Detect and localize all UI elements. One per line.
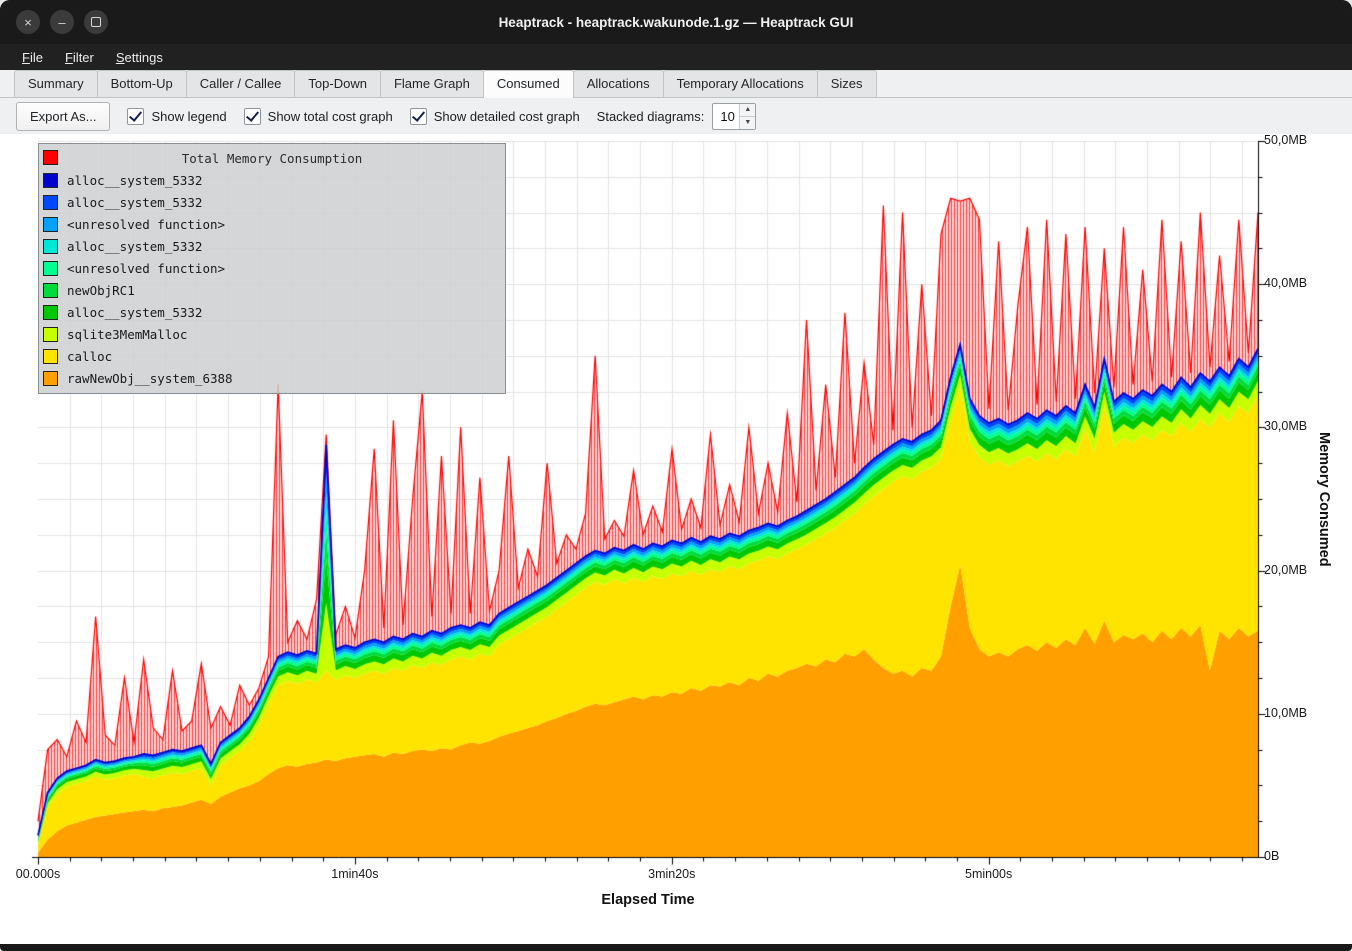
y-axis-tick-label: 40,0MB [1264, 276, 1307, 290]
legend-item-label: alloc__system_5332 [67, 239, 202, 254]
x-axis-tick-label: 5min00s [944, 867, 1034, 881]
legend-item: alloc__system_5332 [39, 301, 505, 323]
legend-swatch [43, 217, 58, 232]
window-controls: × – [16, 10, 108, 34]
legend-item-label: alloc__system_5332 [67, 195, 202, 210]
legend-item-label: rawNewObj__system_6388 [67, 371, 233, 386]
show-legend-checkbox[interactable]: Show legend [127, 108, 226, 125]
toolbar: Export As... Show legend Show total cost… [0, 98, 1352, 134]
checkbox-box[interactable] [410, 108, 427, 125]
legend-swatch [43, 195, 58, 210]
checkbox-box[interactable] [127, 108, 144, 125]
menubar: File Filter Settings [0, 44, 1352, 70]
legend-item-label: calloc [67, 349, 112, 364]
legend-title-row: Total Memory Consumption [39, 147, 505, 169]
menu-settings[interactable]: Settings [106, 47, 173, 68]
tab-top-down[interactable]: Top-Down [294, 70, 381, 97]
x-axis-tick-label: 00.000s [0, 867, 83, 881]
tab-sizes[interactable]: Sizes [817, 70, 877, 97]
y-axis-title: Memory Consumed [1316, 349, 1332, 649]
show-detailed-cost-graph-checkbox[interactable]: Show detailed cost graph [410, 108, 580, 125]
legend-item: alloc__system_5332 [39, 235, 505, 257]
tab-temporary-allocations[interactable]: Temporary Allocations [663, 70, 818, 97]
stacked-diagrams-group: Stacked diagrams: 10 ▲ ▼ [597, 103, 757, 130]
maximize-icon [91, 17, 101, 27]
checkbox-label: Show legend [151, 109, 226, 124]
tab-allocations[interactable]: Allocations [573, 70, 664, 97]
tab-caller-callee[interactable]: Caller / Callee [186, 70, 296, 97]
stacked-diagrams-value: 10 [713, 104, 739, 129]
x-axis-tick-label: 1min40s [310, 867, 400, 881]
y-axis-tick-label: 10,0MB [1264, 706, 1307, 720]
x-axis-tick-label: 3min20s [627, 867, 717, 881]
y-axis-tick-label: 30,0MB [1264, 419, 1307, 433]
legend-swatch [43, 261, 58, 276]
legend-item: calloc [39, 345, 505, 367]
legend-item: newObjRC1 [39, 279, 505, 301]
legend-swatch [43, 371, 58, 386]
spin-up-icon[interactable]: ▲ [740, 104, 755, 117]
legend-swatch-total [43, 150, 58, 165]
legend-swatch [43, 327, 58, 342]
maximize-button[interactable] [84, 10, 108, 34]
stacked-diagrams-label: Stacked diagrams: [597, 109, 705, 124]
legend-swatch [43, 239, 58, 254]
legend-title: Total Memory Consumption [39, 151, 505, 166]
export-as-button[interactable]: Export As... [16, 102, 110, 131]
chart-legend: Total Memory Consumption alloc__system_5… [38, 143, 506, 394]
x-axis-title: Elapsed Time [548, 892, 748, 908]
legend-item: <unresolved function> [39, 213, 505, 235]
menu-file[interactable]: File [12, 47, 53, 68]
legend-item-label: newObjRC1 [67, 283, 135, 298]
tab-bottom-up[interactable]: Bottom-Up [97, 70, 187, 97]
legend-item-label: sqlite3MemMalloc [67, 327, 187, 342]
tab-flame-graph[interactable]: Flame Graph [380, 70, 484, 97]
legend-item: sqlite3MemMalloc [39, 323, 505, 345]
legend-swatch [43, 173, 58, 188]
menu-filter[interactable]: Filter [55, 47, 104, 68]
legend-item: rawNewObj__system_6388 [39, 367, 505, 389]
minimize-icon: – [58, 16, 65, 29]
legend-swatch [43, 349, 58, 364]
checkbox-label: Show detailed cost graph [434, 109, 580, 124]
legend-item: alloc__system_5332 [39, 191, 505, 213]
legend-item-label: alloc__system_5332 [67, 305, 202, 320]
legend-swatch [43, 305, 58, 320]
y-axis-tick-label: 50,0MB [1264, 133, 1307, 147]
close-icon: × [24, 16, 32, 29]
show-total-cost-graph-checkbox[interactable]: Show total cost graph [244, 108, 393, 125]
heaptrack-window: Heaptrack - heaptrack.wakunode.1.gz — He… [0, 0, 1352, 951]
y-axis-tick-label: 0B [1264, 849, 1279, 863]
checkbox-label: Show total cost graph [268, 109, 393, 124]
y-axis-tick-label: 20,0MB [1264, 563, 1307, 577]
legend-item-label: <unresolved function> [67, 217, 225, 232]
close-button[interactable]: × [16, 10, 40, 34]
titlebar: Heaptrack - heaptrack.wakunode.1.gz — He… [0, 0, 1352, 44]
checkbox-box[interactable] [244, 108, 261, 125]
spin-down-icon[interactable]: ▼ [740, 117, 755, 129]
legend-item: alloc__system_5332 [39, 169, 505, 191]
stacked-diagrams-spinbox[interactable]: 10 ▲ ▼ [712, 103, 756, 130]
legend-swatch [43, 283, 58, 298]
minimize-button[interactable]: – [50, 10, 74, 34]
tab-bar: Summary Bottom-Up Caller / Callee Top-Do… [0, 70, 1352, 98]
legend-item-label: <unresolved function> [67, 261, 225, 276]
tab-summary[interactable]: Summary [14, 70, 98, 97]
legend-item-label: alloc__system_5332 [67, 173, 202, 188]
legend-item: <unresolved function> [39, 257, 505, 279]
main-content: Summary Bottom-Up Caller / Callee Top-Do… [0, 70, 1352, 944]
tab-consumed[interactable]: Consumed [483, 70, 574, 98]
window-title: Heaptrack - heaptrack.wakunode.1.gz — He… [0, 0, 1352, 44]
